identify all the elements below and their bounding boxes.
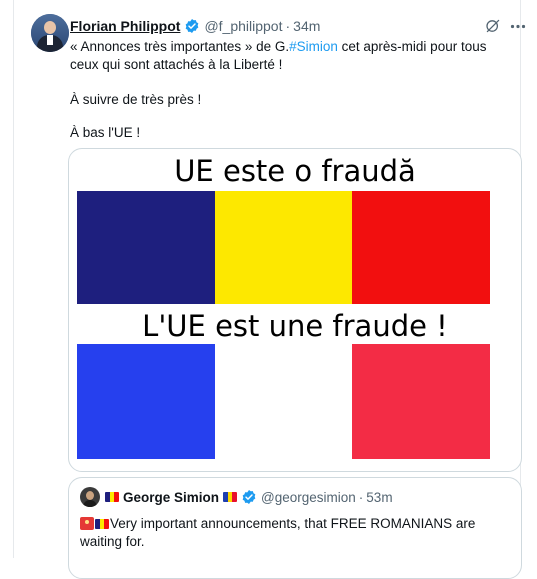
verified-badge-icon[interactable] (241, 489, 257, 505)
france-stripe-blue (77, 344, 215, 459)
siren-emoji-icon (80, 517, 94, 530)
romania-stripe-red (352, 191, 491, 304)
tweet-timestamp[interactable]: 34m (293, 18, 320, 34)
france-flag (77, 344, 491, 459)
tweet[interactable]: Florian Philippot @f_philippot · 34m « A… (14, 0, 526, 579)
tweet-header: Florian Philippot @f_philippot · 34m (70, 16, 320, 36)
moldova-flag-emoji-icon (223, 492, 238, 502)
quoted-tweet[interactable]: George Simion @georgesimion · 53m Very i… (68, 477, 522, 579)
verified-badge-icon[interactable] (184, 18, 200, 34)
tweet-text-line-4: À bas l'UE ! (70, 125, 141, 140)
romania-flag-emoji-icon (95, 519, 109, 529)
quoted-author-name[interactable]: George Simion (123, 490, 219, 505)
separator-dot: · (358, 489, 364, 505)
hashtag-link[interactable]: #Simion (289, 39, 338, 54)
quoted-author-handle[interactable]: @georgesimion (261, 490, 356, 505)
image-caption-romanian: UE este o fraudă (174, 154, 416, 188)
grok-icon[interactable] (485, 18, 501, 34)
tweet-text-line-3: À suivre de très près ! (70, 92, 202, 107)
quoted-tweet-text: Very important announcements, that FREE … (80, 516, 476, 549)
romania-stripe-yellow (214, 191, 353, 304)
author-name[interactable]: Florian Philippot (70, 18, 180, 34)
tweet-text-line-1: « Annonces très importantes » de G.#Simi… (70, 39, 487, 54)
separator-dot: · (285, 18, 291, 34)
author-avatar[interactable] (31, 14, 69, 52)
france-stripe-white (214, 344, 353, 459)
france-stripe-red (352, 344, 491, 459)
romania-flag-emoji-icon (105, 492, 119, 502)
romania-flag (77, 191, 491, 304)
more-icon[interactable] (510, 24, 526, 29)
author-handle[interactable]: @f_philippot (204, 18, 282, 34)
quoted-tweet-header: George Simion @georgesimion · 53m (105, 487, 393, 507)
image-caption-french: L'UE est une fraude ! (142, 309, 448, 343)
quoted-tweet-timestamp[interactable]: 53m (366, 490, 392, 505)
tweet-text-line-2: ceux qui sont attachés à la Liberté ! (70, 57, 283, 72)
quoted-author-avatar[interactable] (80, 487, 100, 507)
romania-stripe-blue (77, 191, 215, 304)
tweet-image[interactable]: UE este o fraudă L'UE est une fraude ! (68, 148, 522, 472)
